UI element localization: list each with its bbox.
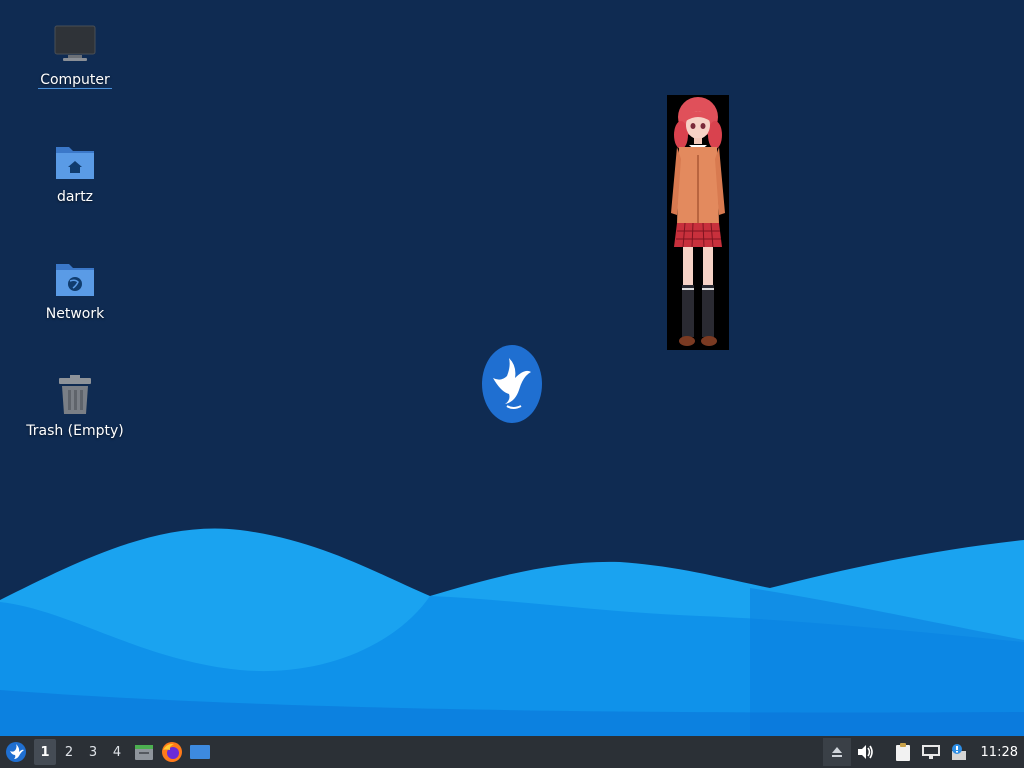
system-tray: 11:28 (822, 738, 1024, 766)
character-sprite-window[interactable] (667, 95, 729, 350)
network-icon[interactable] (917, 738, 945, 766)
desktop-icon-network[interactable]: Network (20, 254, 130, 322)
eject-icon[interactable] (822, 738, 851, 766)
workspace-button[interactable]: 2 (58, 739, 80, 765)
workspace-button[interactable]: 4 (106, 739, 128, 765)
clock[interactable]: 11:28 (981, 745, 1018, 760)
network-folder-icon (51, 254, 99, 302)
home-folder-icon (51, 137, 99, 185)
update-icon[interactable] (945, 738, 973, 766)
firefox-icon[interactable] (158, 738, 186, 766)
desktop-icon-label: dartz (56, 189, 94, 205)
desktop-icon-home[interactable]: dartz (20, 137, 130, 205)
desktop-icon-computer[interactable]: Computer (20, 20, 130, 89)
workspace-switcher: 1 2 3 4 (34, 739, 130, 765)
distro-logo-icon (481, 344, 543, 424)
workspace-button[interactable]: 1 (34, 739, 56, 765)
clipboard-icon[interactable] (889, 738, 917, 766)
volume-icon[interactable] (851, 738, 879, 766)
workspace-button[interactable]: 3 (82, 739, 104, 765)
desktop-icon-trash[interactable]: Trash (Empty) (20, 371, 130, 439)
desktop-icon-label: Network (45, 306, 105, 322)
trash-icon (51, 371, 99, 419)
file-manager-icon[interactable] (130, 738, 158, 766)
character-sprite-image (667, 95, 729, 350)
desktop[interactable]: Computer dartz Network Trash (Empty) (0, 0, 1024, 736)
taskbar-panel: 1 2 3 4 11:28 (0, 736, 1024, 768)
desktop-icon-label: Computer (38, 72, 112, 89)
monitor-icon (51, 20, 99, 68)
desktop-icon-label: Trash (Empty) (26, 423, 124, 439)
menu-icon[interactable] (2, 738, 30, 766)
show-desktop-icon[interactable] (186, 738, 214, 766)
